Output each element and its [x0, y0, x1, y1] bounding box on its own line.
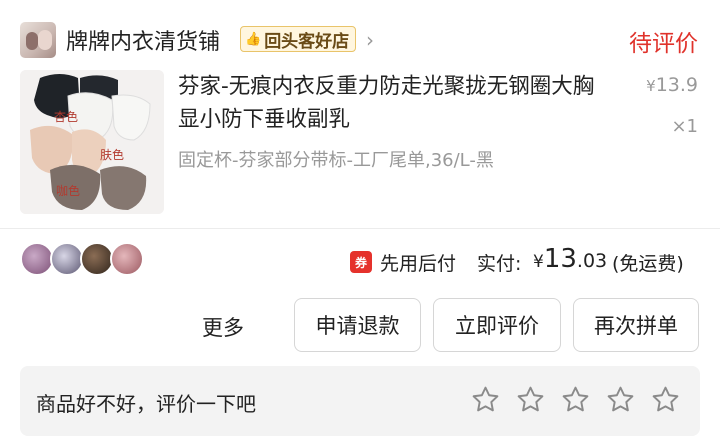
avatar [80, 242, 114, 276]
paid-amount: ¥13.03 [533, 244, 607, 274]
star-icon[interactable] [605, 384, 636, 415]
more-button[interactable]: 更多 [202, 312, 244, 342]
image-label: 肤色 [100, 148, 125, 162]
regroup-order-button[interactable]: 再次拼单 [573, 298, 699, 352]
group-avatars[interactable] [20, 242, 150, 278]
review-prompt-box: 商品好不好，评价一下吧 [20, 366, 700, 436]
order-status: 待评价 [629, 31, 698, 57]
paid-currency: ¥ [533, 252, 544, 272]
star-icon[interactable] [515, 384, 546, 415]
pay-later-icon: 券 [350, 251, 372, 273]
product-spec: 固定杯-芬家部分带标-工厂尾单,36/L-黑 [178, 150, 494, 171]
paid-amount-decimal: .03 [576, 250, 608, 272]
avatar [20, 242, 54, 276]
avatar [50, 242, 84, 276]
order-card: 牌牌内衣清货铺 👍 回头客好店 › 待评价 杏色 肤色 咖色 芬家-无痕内衣反重 [0, 0, 720, 442]
shop-badge-label: 回头客好店 [264, 31, 350, 52]
shop-name[interactable]: 牌牌内衣清货铺 [66, 24, 220, 56]
divider [0, 228, 720, 229]
paid-amount-integer: 13 [543, 244, 577, 274]
thumbs-up-icon: 👍 [245, 31, 262, 47]
product-price: ¥13.9 [646, 74, 698, 96]
star-rating[interactable] [470, 384, 681, 415]
price-currency: ¥ [646, 77, 656, 95]
pay-later-label: 先用后付 [380, 253, 457, 275]
review-now-button[interactable]: 立即评价 [433, 298, 561, 352]
chevron-right-icon[interactable]: › [366, 28, 374, 52]
star-icon[interactable] [560, 384, 591, 415]
review-prompt-text: 商品好不好，评价一下吧 [36, 392, 256, 416]
order-header[interactable]: 牌牌内衣清货铺 👍 回头客好店 › 待评价 [0, 0, 720, 70]
product-title[interactable]: 芬家-无痕内衣反重力防走光聚拢无钢圈大胸显小防下垂收副乳 [178, 70, 608, 136]
image-label: 咖色 [56, 184, 81, 198]
shop-badge: 👍 回头客好店 [240, 26, 357, 52]
shipping-note: (免运费) [612, 253, 684, 275]
paid-label: 实付: [477, 253, 522, 275]
shop-avatar[interactable] [20, 22, 56, 58]
image-label: 杏色 [54, 110, 79, 124]
apply-refund-button[interactable]: 申请退款 [294, 298, 421, 352]
price-value: 13.9 [655, 74, 698, 96]
star-icon[interactable] [470, 384, 501, 415]
star-icon[interactable] [650, 384, 681, 415]
product-image[interactable]: 杏色 肤色 咖色 [20, 70, 164, 214]
avatar [110, 242, 144, 276]
product-quantity: ×1 [671, 116, 698, 137]
